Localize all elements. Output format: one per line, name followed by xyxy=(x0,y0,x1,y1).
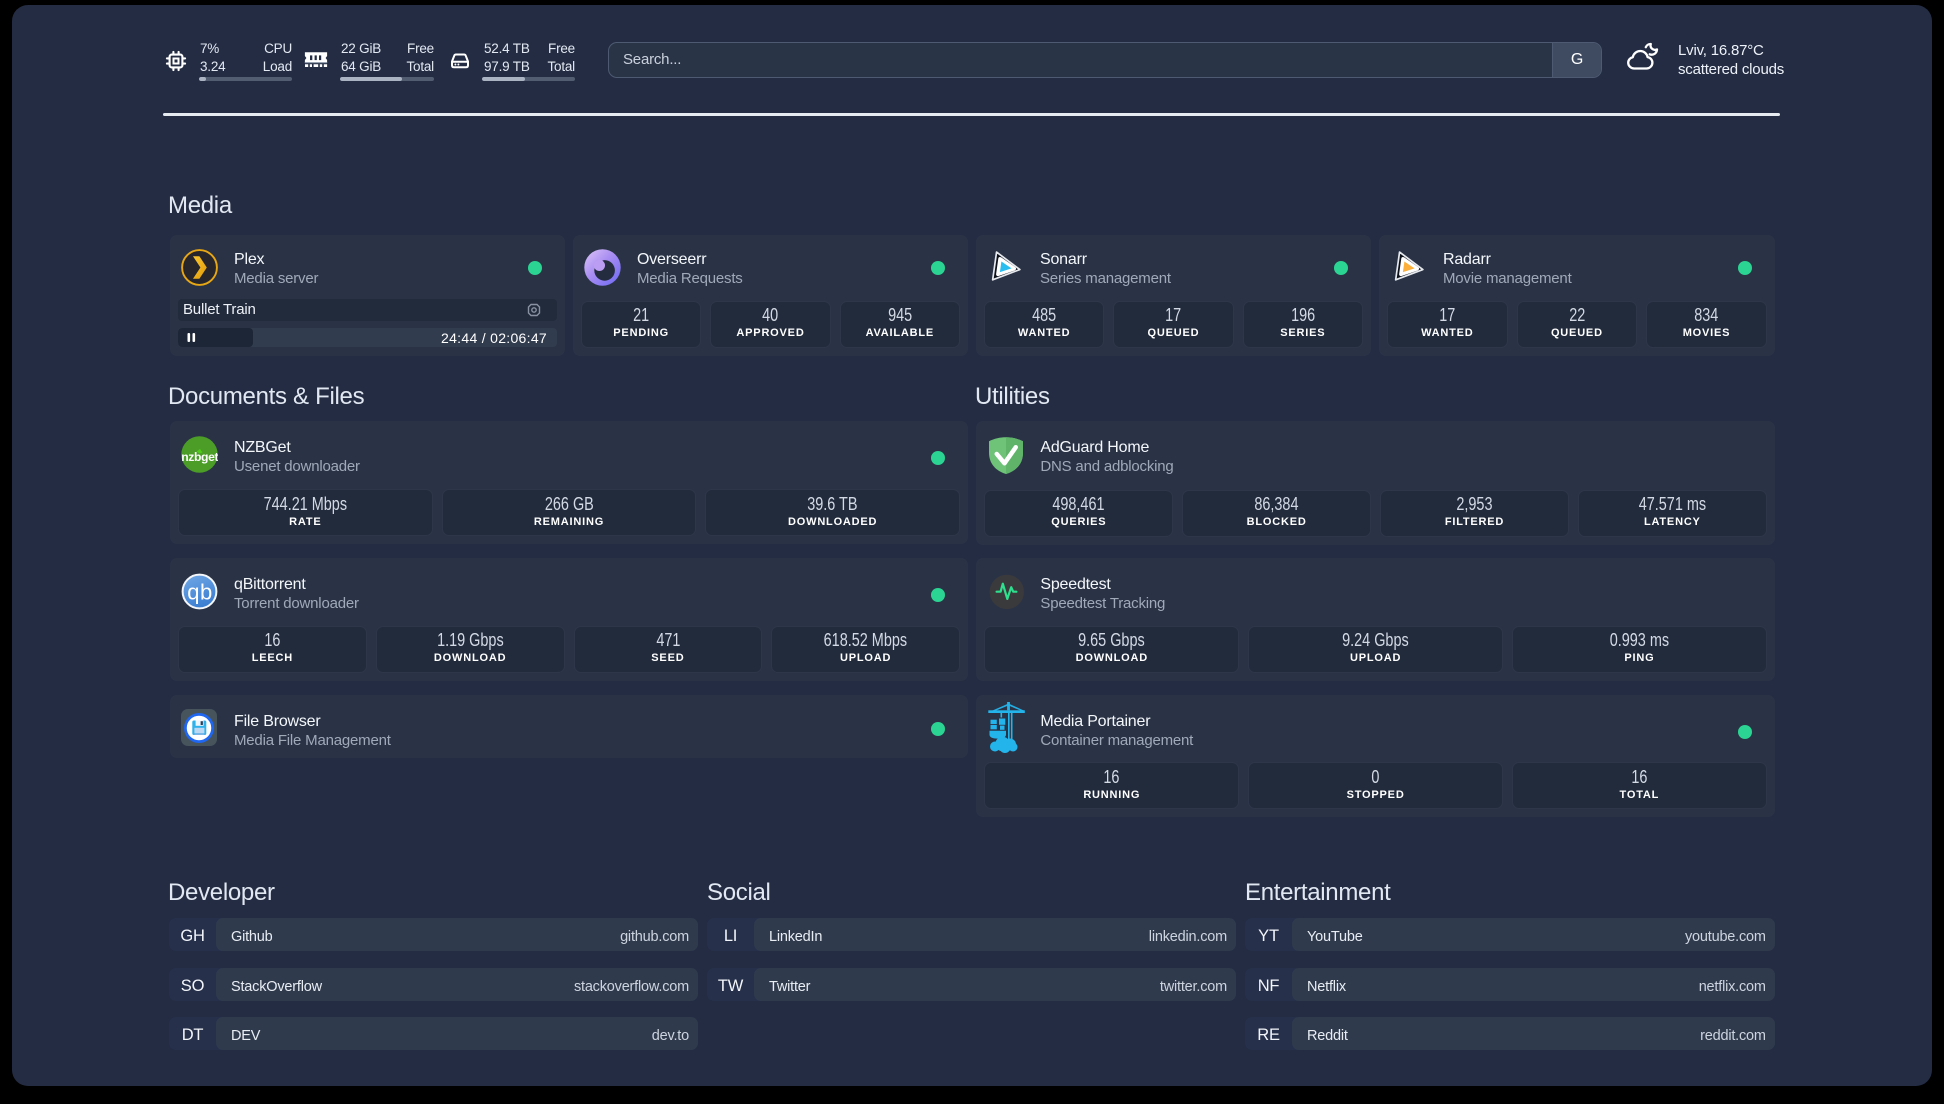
svg-text:qb: qb xyxy=(187,580,212,605)
svg-text:nzbget: nzbget xyxy=(181,450,218,464)
